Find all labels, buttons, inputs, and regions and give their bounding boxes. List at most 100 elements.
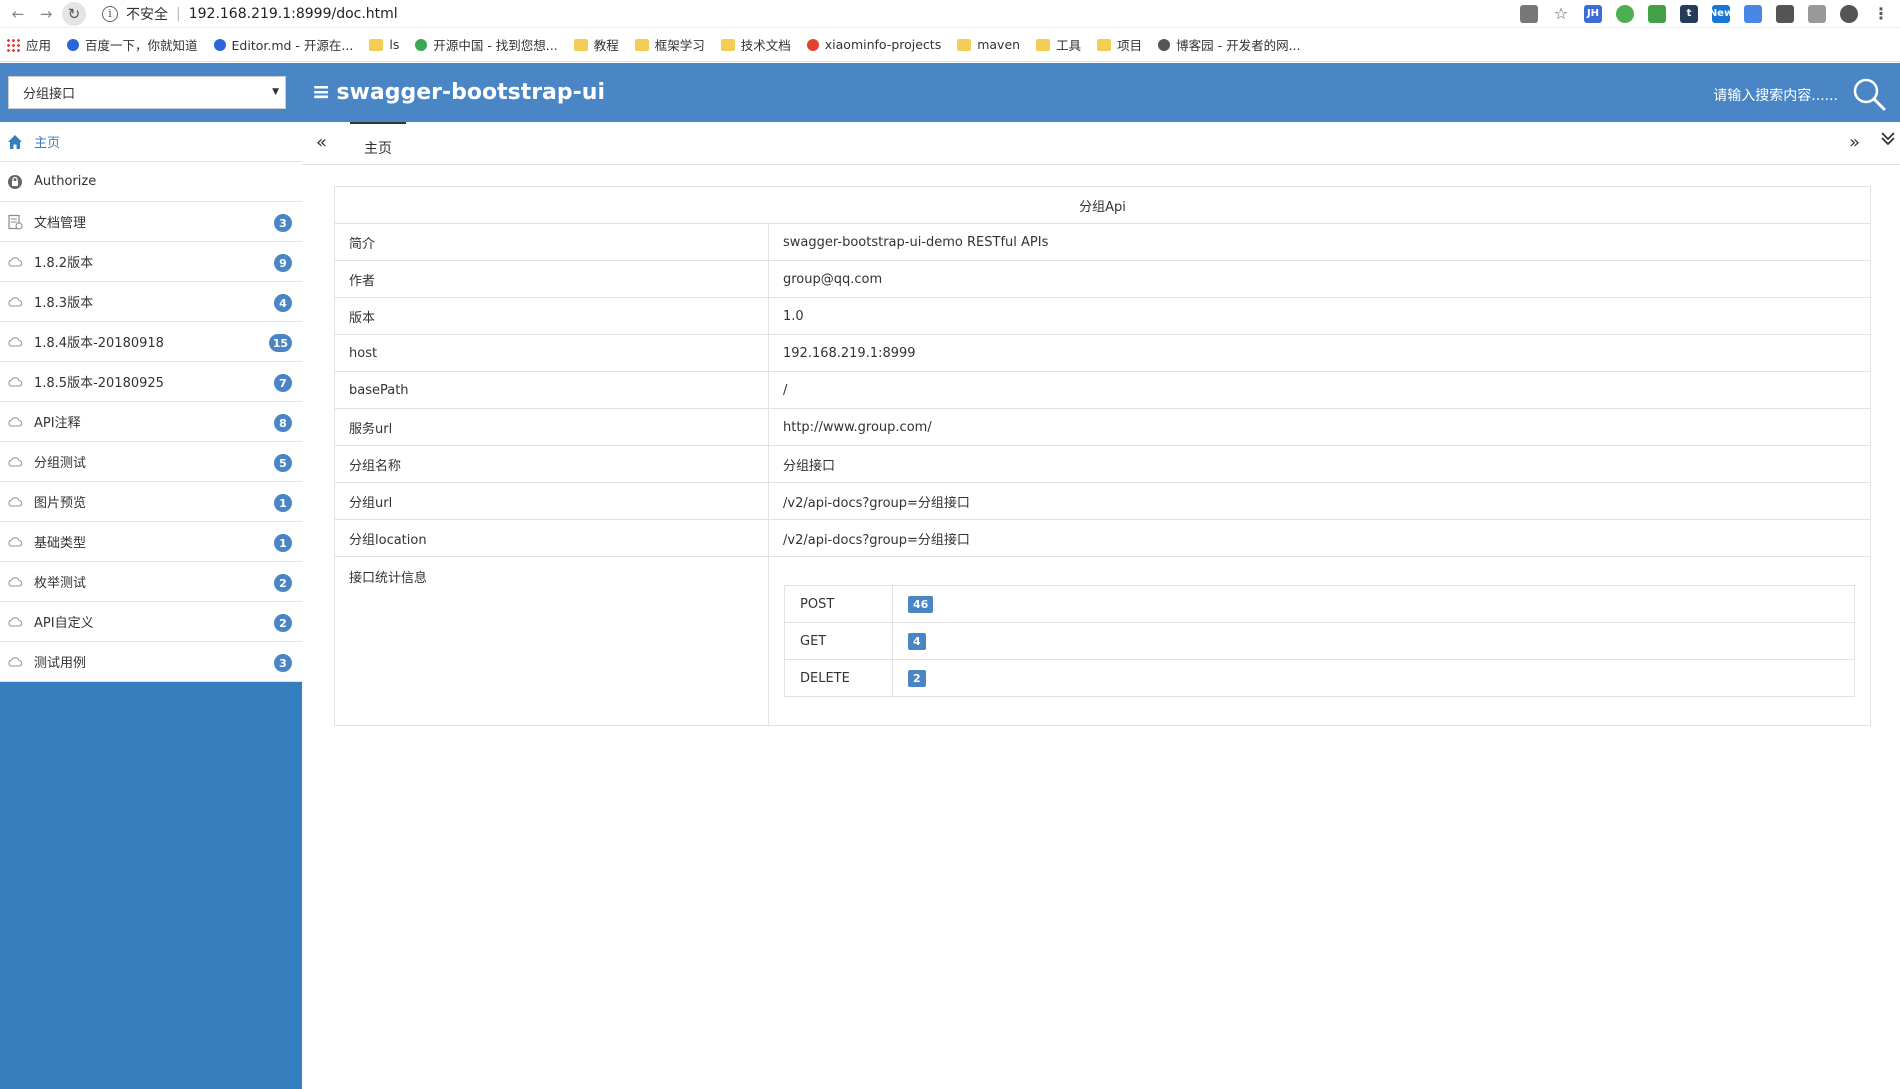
sidebar-item-label: 1.8.3版本 (34, 296, 94, 311)
bookmark-item[interactable]: maven (957, 37, 1020, 52)
sidebar-item[interactable]: 1.8.2版本 9 (0, 242, 302, 282)
folder-icon (369, 38, 384, 51)
sidebar: 主页 Authorize 文档管理 3 1.8.2版本 9 1.8.3版本 4 1.8.4版本-… (0, 122, 302, 1089)
puzzle-icon[interactable] (1776, 4, 1794, 23)
stats-row: POST 46 (784, 585, 1855, 623)
table-row: 分组location/v2/api-docs?group=分组接口 (334, 519, 1871, 557)
sidebar-item-label: Authorize (34, 174, 97, 189)
table-row: 分组名称 分组接口 (334, 445, 1871, 483)
sidebar-item-label: 枚举测试 (34, 576, 87, 591)
address-bar[interactable]: i 不安全 | 192.168.219.1:8999/doc.html (102, 4, 1520, 24)
apps-icon (6, 37, 20, 52)
cloud-icon (6, 413, 24, 431)
sidebar-item[interactable]: 枚举测试 2 (0, 562, 302, 602)
http-method: DELETE (784, 659, 893, 697)
bookmark-item[interactable]: 项目 (1097, 35, 1142, 54)
row-value: group@qq.com (768, 260, 1871, 298)
cloud-icon (6, 333, 24, 351)
translate2-icon[interactable] (1744, 4, 1762, 23)
green-circle-icon[interactable] (1616, 4, 1634, 23)
sidebar-item[interactable]: 基础类型 1 (0, 522, 302, 562)
http-method: POST (784, 585, 893, 623)
info-icon[interactable]: i (102, 5, 118, 22)
cloud-icon (6, 613, 24, 631)
row-key: host (334, 334, 769, 372)
sidebar-item[interactable]: 1.8.4版本-20180918 15 (0, 322, 302, 362)
more-icon[interactable]: ⋮ (1872, 4, 1890, 23)
sidebar-item[interactable]: 分组测试 5 (0, 442, 302, 482)
cloud-icon (6, 453, 24, 471)
forward-button[interactable]: → (34, 2, 58, 26)
sidebar-item-label: API注释 (34, 416, 81, 431)
bookmark-item[interactable]: 教程 (573, 35, 619, 54)
jh-icon[interactable]: JH (1584, 4, 1602, 23)
sidebar-item[interactable]: 1.8.3版本 4 (0, 282, 302, 322)
sidebar-item[interactable]: API自定义 2 (0, 602, 302, 642)
tab-menu-icon[interactable] (1880, 130, 1896, 151)
menu-toggle-icon[interactable]: ≡ (312, 80, 330, 105)
bookmark-item[interactable]: 百度一下，你就知道 (67, 35, 198, 54)
table-row: basePath / (334, 371, 1871, 409)
chevron-down-icon: ▼ (272, 87, 279, 97)
search-input[interactable]: 请输入搜索内容...... (1713, 85, 1838, 105)
folder-icon (1036, 38, 1051, 51)
count-badge: 4 (274, 294, 292, 312)
translate-icon[interactable] (1520, 4, 1538, 23)
bookmark-label: 博客园 - 开发者的网... (1176, 38, 1301, 53)
sidebar-item[interactable]: 主页 (0, 122, 302, 162)
search-icon[interactable] (1852, 77, 1886, 111)
row-value: 分组接口 (768, 445, 1871, 483)
bookmark-item[interactable]: 博客园 - 开发者的网... (1158, 35, 1301, 54)
window-icon[interactable] (1808, 4, 1826, 23)
row-value: 1.0 (768, 297, 1871, 335)
cloud-icon (6, 293, 24, 311)
bookmark-label: Editor.md - 开源在... (231, 38, 354, 53)
bookmark-item[interactable]: 开源中国 - 找到您想... (415, 35, 558, 54)
t-icon[interactable]: t (1680, 4, 1698, 23)
sidebar-item[interactable]: 1.8.5版本-20180925 7 (0, 362, 302, 402)
bookmark-item[interactable]: 应用 (6, 35, 51, 54)
row-value: swagger-bootstrap-ui-demo RESTful APIs (768, 223, 1871, 261)
sidebar-item[interactable]: 图片预览 1 (0, 482, 302, 522)
bookmark-item[interactable]: Editor.md - 开源在... (213, 35, 354, 54)
sidebar-item-label: 分组测试 (34, 456, 87, 471)
bookmark-item[interactable]: ls (369, 37, 399, 52)
sidebar-item[interactable]: 测试用例 3 (0, 642, 302, 682)
bookmark-item[interactable]: 技术文档 (720, 35, 791, 54)
bookmark-item[interactable]: 工具 (1036, 35, 1081, 54)
star-icon[interactable]: ☆ (1552, 4, 1570, 23)
stats-row: GET 4 (784, 622, 1855, 660)
count-badge: 2 (274, 574, 292, 592)
tab-scroll-right-icon[interactable]: » (1849, 132, 1860, 153)
tab-scroll-left-icon[interactable]: « (316, 132, 327, 153)
group-select-value: 分组接口 (23, 87, 76, 102)
sidebar-item[interactable]: API注释 8 (0, 402, 302, 442)
count-badge: 5 (274, 454, 292, 472)
row-value: 192.168.219.1:8999 (768, 334, 1871, 372)
new-icon[interactable]: New (1709, 4, 1733, 23)
bookmark-item[interactable]: xiaominfo-projects (806, 37, 942, 52)
url-text[interactable]: 192.168.219.1:8999/doc.html (189, 6, 398, 22)
bookmark-item[interactable]: 框架学习 (634, 35, 705, 54)
browser-toolbar: ← → ↻ i 不安全 | 192.168.219.1:8999/doc.htm… (0, 0, 1900, 28)
baidu-icon (67, 38, 80, 51)
bookmark-label: xiaominfo-projects (824, 37, 942, 52)
account-icon[interactable] (1840, 4, 1858, 23)
count-badge: 3 (274, 654, 292, 672)
http-method: GET (784, 622, 893, 660)
sidebar-item-label: 1.8.4版本-20180918 (34, 336, 164, 351)
group-select[interactable]: 分组接口 ▼ (8, 76, 286, 109)
stats-row: DELETE 2 (784, 659, 1855, 697)
reload-button[interactable]: ↻ (62, 1, 86, 26)
sidebar-item[interactable]: 文档管理 3 (0, 202, 302, 242)
shield-icon[interactable] (1648, 4, 1666, 23)
row-key: 服务url (334, 408, 769, 446)
table-row: host 192.168.219.1:8999 (334, 334, 1871, 372)
count-badge: 1 (274, 494, 292, 512)
sidebar-item-label: 主页 (34, 136, 61, 151)
bookmark-label: 应用 (26, 38, 52, 53)
oschina-icon (415, 38, 428, 51)
sidebar-item[interactable]: Authorize (0, 162, 302, 202)
tab-home[interactable]: 主页 (350, 122, 406, 165)
back-button[interactable]: ← (6, 2, 30, 26)
